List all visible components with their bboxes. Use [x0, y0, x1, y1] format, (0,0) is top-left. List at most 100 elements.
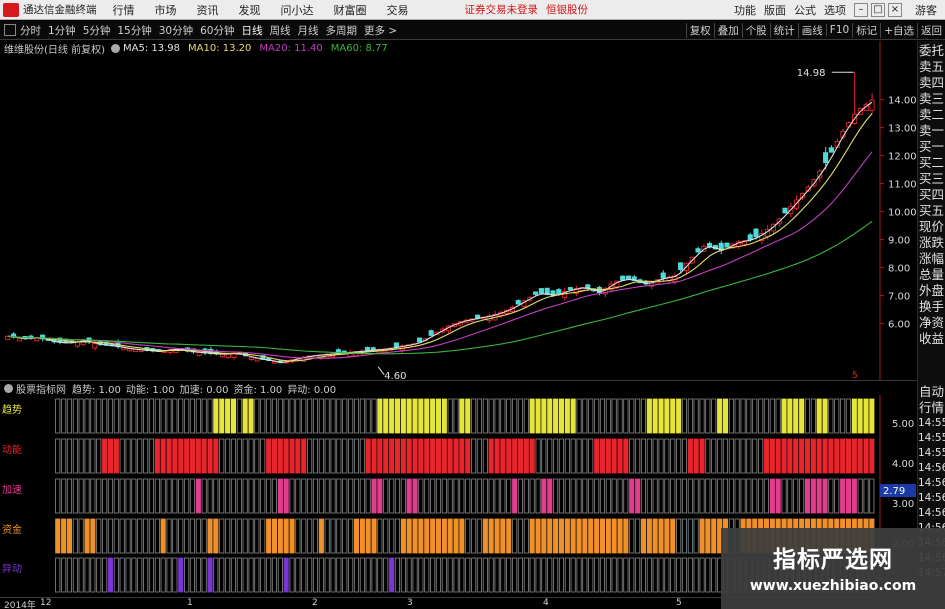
sidebar-item-16[interactable]: 换手	[918, 299, 945, 315]
sidebar-item-8[interactable]: 买三	[918, 171, 945, 187]
tool-stock[interactable]: 个股	[741, 22, 770, 38]
indicator-bar-3-40	[289, 518, 295, 554]
indicator-bar-2-13	[131, 478, 137, 514]
tool-f10[interactable]: F10	[825, 24, 852, 36]
chart-header: 维维股份(日线 前复权) MA5: 13.98 MA10: 13.20 MA20…	[0, 41, 396, 56]
indicator-bar-1-98	[629, 438, 635, 474]
sidebar-item-0[interactable]: 委托	[918, 43, 945, 59]
indicator-bar-1-121	[763, 438, 769, 474]
menu-item-layout[interactable]: 版面	[764, 2, 786, 18]
sidebar-item-13[interactable]: 涨幅	[918, 251, 945, 267]
minimize-icon[interactable]: –	[854, 2, 868, 17]
candlestick-chart[interactable]: 6.00 7.00 8.00 9.00 10.00 11.00 12.00 13.00 14.0…	[0, 41, 917, 380]
guest-user[interactable]: 游客	[915, 2, 937, 18]
indicator-bar-3-98	[629, 518, 635, 554]
indicator-bar-0-3	[72, 398, 78, 434]
menu-item-news[interactable]: 资讯	[197, 2, 219, 18]
menu-item-discover[interactable]: 发现	[239, 2, 261, 18]
date-label-dec: 12	[40, 598, 52, 608]
indicator-bar-2-127	[799, 478, 805, 514]
candle-134	[782, 207, 788, 214]
indicator-bar-3-109	[693, 518, 699, 554]
indicator-bar-0-57	[389, 398, 395, 434]
indicator-bar-4-32	[242, 557, 248, 593]
indicator-sidebar-item-1[interactable]: 行情	[918, 400, 945, 416]
indicator-bar-4-58	[394, 557, 400, 593]
indicator-bar-1-3	[72, 438, 78, 474]
indicator-bar-1-49	[342, 438, 348, 474]
period-tab-60min[interactable]: 60分钟	[200, 23, 234, 38]
candle-body-107	[625, 275, 631, 280]
indicator-bar-3-90	[582, 518, 588, 554]
sidebar-item-6[interactable]: 买一	[918, 139, 945, 155]
indicator-bar-2-41	[295, 478, 301, 514]
period-tab-daily[interactable]: 日线	[242, 23, 263, 38]
menu-item-trade[interactable]: 交易	[387, 2, 409, 18]
menu-item-wealth[interactable]: 财富圈	[334, 2, 367, 18]
indicator-bar-4-34	[254, 557, 260, 593]
sidebar-item-9[interactable]: 买四	[918, 187, 945, 203]
indicator-bar-4-53	[365, 557, 371, 593]
menu-item-ask[interactable]: 问小达	[281, 2, 314, 18]
indicator-bar-3-95	[611, 518, 617, 554]
period-tab-5min[interactable]: 5分钟	[83, 23, 111, 38]
sidebar-item-12[interactable]: 涨跌	[918, 235, 945, 251]
period-tab-multi[interactable]: 多周期	[326, 23, 358, 38]
menu-item-functions[interactable]: 功能	[734, 2, 756, 18]
period-tab-1min[interactable]: 1分钟	[48, 23, 76, 38]
sidebar-item-2[interactable]: 卖四	[918, 75, 945, 91]
indicator-bar-0-127	[799, 398, 805, 434]
menu-item-options[interactable]: 选项	[824, 2, 846, 18]
sidebar-item-17[interactable]: 净资	[918, 315, 945, 331]
tool-draw[interactable]: 画线	[797, 22, 826, 38]
period-tab-more[interactable]: 更多 >	[364, 23, 397, 38]
sidebar-item-5[interactable]: 卖一	[918, 123, 945, 139]
menu-item-market[interactable]: 市场	[155, 2, 177, 18]
tool-overlay[interactable]: 叠加	[713, 22, 742, 38]
sidebar-item-11[interactable]: 现价	[918, 219, 945, 235]
sidebar-item-4[interactable]: 卖二	[918, 107, 945, 123]
sidebar-item-10[interactable]: 买五	[918, 203, 945, 219]
indicator-bar-1-81	[529, 438, 535, 474]
price-chart[interactable]: 6.00 7.00 8.00 9.00 10.00 11.00 12.00 13.00 14.0…	[0, 41, 917, 380]
indicator-bar-1-104	[664, 438, 670, 474]
indicator-sidebar-item-0[interactable]: 自动	[918, 384, 945, 400]
period-tab-monthly[interactable]: 月线	[298, 23, 319, 38]
sidebar-item-1[interactable]: 卖五	[918, 59, 945, 75]
settings-dot-icon[interactable]	[110, 44, 120, 53]
menu-item-quotes[interactable]: 行情	[113, 2, 135, 18]
tool-add-favorite[interactable]: +自选	[880, 22, 917, 38]
indicator-bar-4-33	[248, 557, 254, 593]
indicator-bar-3-76	[500, 518, 506, 554]
indicator-bar-2-73	[482, 478, 488, 514]
indicator-bar-3-47	[330, 518, 336, 554]
sidebar-item-15[interactable]: 外盘	[918, 283, 945, 299]
period-tab-30min[interactable]: 30分钟	[159, 23, 193, 38]
indicator-bar-2-11	[119, 478, 125, 514]
period-tab-weekly[interactable]: 周线	[270, 23, 291, 38]
candle-body-142	[828, 147, 834, 153]
tool-back[interactable]: 返回	[917, 22, 945, 38]
tool-stats[interactable]: 统计	[769, 22, 798, 38]
indicator-settings-icon[interactable]	[4, 383, 13, 393]
stock-ticker-notice[interactable]: 恒银股份	[546, 2, 588, 17]
sidebar-item-7[interactable]: 买二	[918, 155, 945, 171]
indicator-bar-4-40	[289, 557, 295, 593]
period-tab-15min[interactable]: 15分钟	[117, 23, 151, 38]
tool-mark[interactable]: 标记	[852, 22, 880, 38]
sidebar-item-18[interactable]: 收益	[918, 331, 945, 347]
close-icon[interactable]: ×	[888, 2, 902, 17]
sidebar-item-14[interactable]: 总量	[918, 267, 945, 283]
indicator-bar-1-97	[623, 438, 629, 474]
indicator-bar-1-55	[377, 438, 383, 474]
indicator-bar-2-60	[406, 478, 412, 514]
maximize-icon[interactable]: □	[871, 2, 885, 17]
indicator-bar-0-139	[869, 398, 875, 434]
tool-restore-rights[interactable]: 复权	[685, 22, 714, 38]
menu-item-formula[interactable]: 公式	[794, 2, 816, 18]
toggle-panel-icon[interactable]	[4, 24, 16, 36]
period-tab-intraday[interactable]: 分时	[20, 23, 41, 38]
indicator-bar-3-84	[547, 518, 553, 554]
sidebar-item-3[interactable]: 卖三	[918, 91, 945, 107]
trade-login-notice[interactable]: 证券交易未登录	[465, 2, 539, 17]
